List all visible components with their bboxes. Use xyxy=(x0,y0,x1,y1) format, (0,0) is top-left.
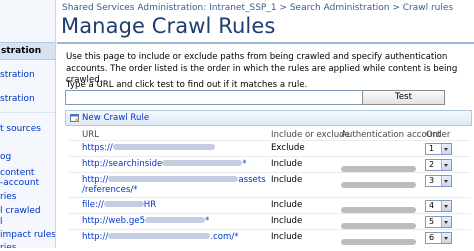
chevron-down-icon xyxy=(441,201,451,211)
chevron-down-icon xyxy=(441,144,451,154)
breadcrumb-separator: > xyxy=(276,3,290,13)
rule-order-select[interactable]: 4 xyxy=(425,200,452,212)
column-header-include-exclude: Include or exclude xyxy=(271,130,350,140)
redacted-text xyxy=(162,160,243,166)
rule-include-value: Include xyxy=(271,216,303,226)
sidebar-item-log[interactable]: og xyxy=(0,152,11,163)
row-divider xyxy=(68,140,470,141)
redacted-text xyxy=(103,201,144,207)
breadcrumb: Shared Services Administration: Intranet… xyxy=(62,3,453,13)
sidebar-item-administration-1[interactable]: stration xyxy=(0,70,35,81)
sidebar-item-administration-2[interactable]: stration xyxy=(0,94,35,105)
rule-url-link[interactable]: http://searchinside * xyxy=(82,159,247,169)
sidebar-item-l[interactable]: l xyxy=(0,217,3,228)
breadcrumb-search-administration[interactable]: Search Administration xyxy=(290,3,390,13)
sidebar-item-crawled[interactable]: l crawled xyxy=(0,206,41,217)
sidebar-item-queries[interactable]: ries xyxy=(0,192,16,203)
new-crawl-rule-link[interactable]: New Crawl Rule xyxy=(82,113,149,123)
chevron-down-icon xyxy=(441,160,451,170)
redacted-text xyxy=(341,239,416,245)
breadcrumb-separator: > xyxy=(389,3,403,13)
redacted-text xyxy=(145,217,206,223)
rule-include-value: Exclude xyxy=(271,143,305,153)
chevron-down-icon xyxy=(441,217,451,227)
sidebar-item-queries-2[interactable]: ries xyxy=(0,243,16,248)
rule-include-value: Include xyxy=(271,232,303,242)
chevron-down-icon xyxy=(441,176,451,186)
rule-order-select[interactable]: 1 xyxy=(425,143,452,155)
rule-order-select[interactable]: 3 xyxy=(425,175,452,187)
column-header-order: Order xyxy=(426,130,451,140)
rule-url-link[interactable]: https:// xyxy=(82,143,215,153)
chevron-down-icon xyxy=(441,233,451,243)
redacted-text xyxy=(108,176,239,182)
row-divider xyxy=(68,197,470,198)
rule-order-select[interactable]: 2 xyxy=(425,159,452,171)
test-url-label: Type a URL and click test to find out if… xyxy=(66,80,308,90)
redacted-text xyxy=(112,144,215,150)
page-title: Manage Crawl Rules xyxy=(61,14,276,38)
rule-auth-account xyxy=(341,232,416,251)
test-button[interactable]: Test xyxy=(362,90,445,105)
rule-url-link[interactable]: http://assets/references/* xyxy=(82,175,266,195)
rule-include-value: Include xyxy=(271,175,303,185)
rule-include-value: Include xyxy=(271,159,303,169)
rules-toolbar: New Crawl Rule xyxy=(65,110,472,126)
rule-url-link[interactable]: http://web.ge5 * xyxy=(82,216,209,226)
row-divider xyxy=(68,213,470,214)
title-divider xyxy=(57,42,474,44)
rule-order-select[interactable]: 5 xyxy=(425,216,452,228)
test-url-input[interactable] xyxy=(65,90,363,105)
breadcrumb-current: Crawl rules xyxy=(402,3,454,13)
new-rule-icon xyxy=(70,114,79,122)
rule-url-link[interactable]: file://HR xyxy=(82,200,156,210)
column-header-url: URL xyxy=(82,130,100,140)
sidebar-item-account[interactable]: -account xyxy=(0,178,39,189)
redacted-text xyxy=(341,182,416,188)
rule-include-value: Include xyxy=(271,200,303,210)
sidebar-item-impact-rules[interactable]: impact rules xyxy=(0,230,55,241)
sidebar-item-content-sources[interactable]: t sources xyxy=(0,124,41,135)
left-navigation: stration stration stration t sources og … xyxy=(0,0,56,248)
row-divider xyxy=(68,172,470,173)
row-divider xyxy=(68,229,470,230)
breadcrumb-shared-services[interactable]: Shared Services Administration: Intranet… xyxy=(62,3,277,13)
rule-order-select[interactable]: 6 xyxy=(425,232,452,244)
rule-auth-account xyxy=(341,175,416,194)
sidebar-header: stration xyxy=(0,42,55,60)
row-divider xyxy=(68,156,470,157)
redacted-text xyxy=(108,233,211,239)
rule-url-link[interactable]: http://.com/* xyxy=(82,232,239,242)
sidebar-divider xyxy=(0,112,55,113)
